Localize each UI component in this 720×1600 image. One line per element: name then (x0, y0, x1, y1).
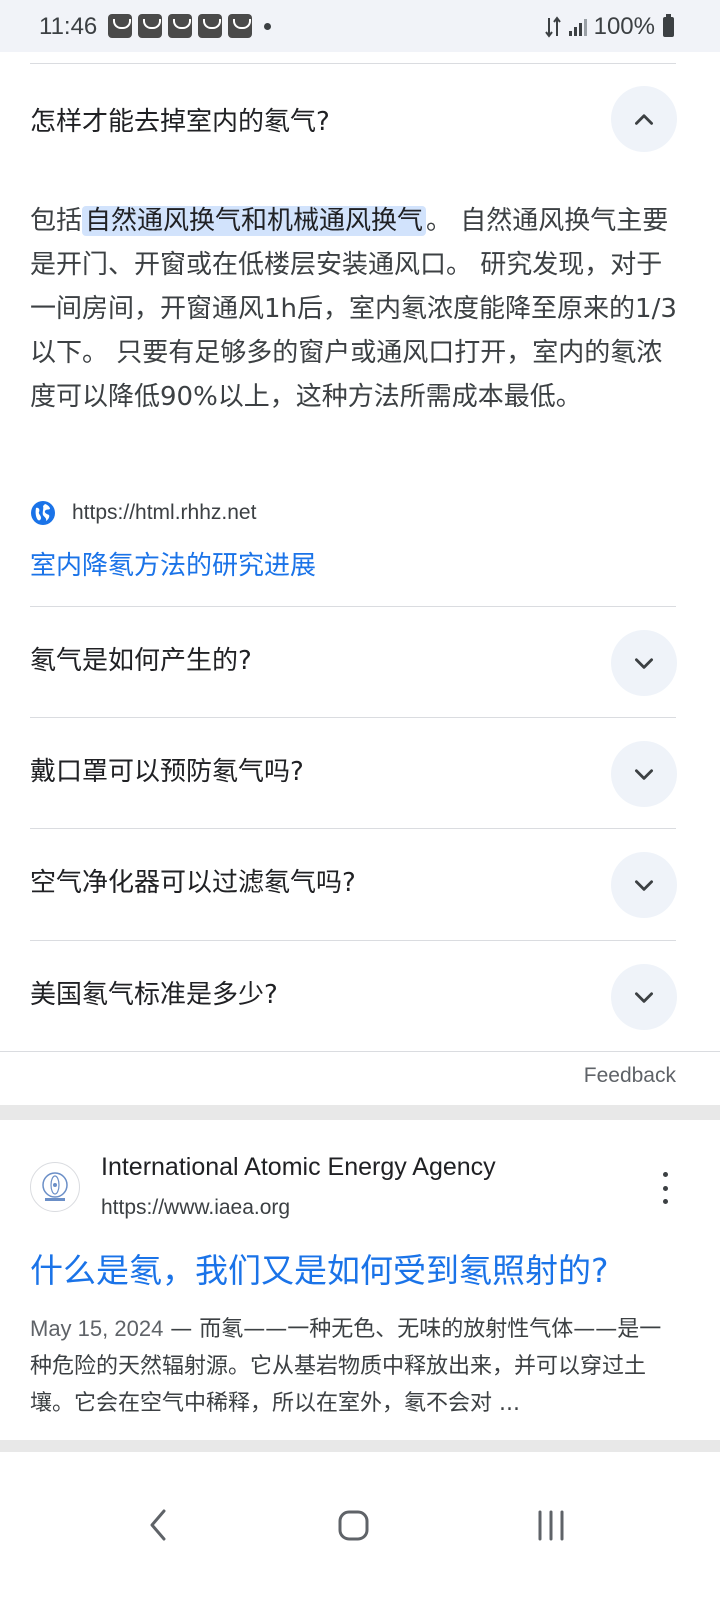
dot-icon (264, 22, 271, 30)
globe-icon (31, 501, 55, 525)
chevron-down-icon (635, 658, 653, 669)
question-item[interactable]: 空气净化器可以过滤氡气吗? (0, 829, 720, 939)
feedback-link[interactable]: Feedback (584, 1064, 676, 1088)
question-title[interactable]: 戴口罩可以预防氡气吗? (30, 751, 304, 788)
question-title[interactable]: 美国氡气标准是多少? (30, 974, 278, 1011)
home-icon[interactable] (336, 1505, 372, 1545)
source-url[interactable]: https://html.rhhz.net (72, 501, 256, 525)
site-logo (30, 1162, 80, 1212)
iaea-logo-icon (42, 1172, 68, 1201)
back-icon[interactable] (140, 1505, 176, 1545)
expand-button[interactable] (611, 964, 677, 1030)
navigation-bar (0, 1455, 720, 1600)
notification-icon (138, 14, 162, 38)
answer-rest: 。 自然通风换气主要是开门、开窗或在低楼层安装通风口。 研究发现，对于一间房间，… (30, 206, 677, 412)
question-item[interactable]: 美国氡气标准是多少? (0, 941, 720, 1051)
battery-icon (663, 14, 674, 37)
notification-icon (228, 14, 252, 38)
chevron-up-icon (635, 114, 653, 125)
section-separator (0, 1440, 720, 1452)
signal-icon (568, 19, 587, 36)
status-indicators: 100% (544, 13, 674, 41)
source-row[interactable]: https://html.rhhz.net (30, 500, 256, 526)
result-title-link[interactable]: 什么是氡，我们又是如何受到氡照射的? (30, 1244, 609, 1292)
more-options-icon[interactable] (656, 1172, 674, 1204)
answer-text: 包括 自然通风换气和机械通风换气。 自然通风换气主要是开门、开窗或在低楼层安装通风… (30, 199, 680, 419)
divider (0, 1051, 720, 1052)
answer-highlight: 自然通风换气和机械通风换气 (82, 206, 427, 236)
question-title[interactable]: 氡气是如何产生的? (30, 640, 252, 677)
notification-icons (108, 14, 271, 38)
section-separator (0, 1105, 720, 1120)
collapse-button[interactable] (611, 86, 677, 152)
notification-icon (108, 14, 132, 38)
expand-button[interactable] (611, 852, 677, 918)
source-link[interactable]: 室内降氡方法的研究进展 (30, 545, 316, 582)
expand-button[interactable] (611, 630, 677, 696)
site-url[interactable]: https://www.iaea.org (101, 1196, 290, 1220)
question-item[interactable]: 氡气是如何产生的? (0, 607, 720, 717)
chevron-down-icon (635, 992, 653, 1003)
chevron-down-icon (635, 880, 653, 891)
question-title[interactable]: 空气净化器可以过滤氡气吗? (30, 862, 356, 899)
data-transfer-icon (544, 16, 561, 38)
question-item[interactable]: 戴口罩可以预防氡气吗? (0, 718, 720, 828)
divider (30, 63, 676, 64)
expand-button[interactable] (611, 741, 677, 807)
recent-apps-icon[interactable] (534, 1505, 570, 1545)
notification-icon (168, 14, 192, 38)
result-snippet: May 15, 2024 — 而氡——一种无色、无味的放射性气体——是一种危险的… (30, 1310, 680, 1422)
notification-icon (198, 14, 222, 38)
question-title[interactable]: 怎样才能去掉室内的氡气? (30, 101, 330, 138)
status-bar: 11:46 100% (0, 0, 720, 52)
answer-prefix: 包括 (30, 206, 83, 236)
site-name[interactable]: International Atomic Energy Agency (101, 1153, 496, 1182)
battery-percent: 100% (593, 13, 655, 40)
result-date: May 15, 2024 (30, 1316, 164, 1341)
chevron-down-icon (635, 769, 653, 780)
status-time: 11:46 (39, 13, 98, 40)
